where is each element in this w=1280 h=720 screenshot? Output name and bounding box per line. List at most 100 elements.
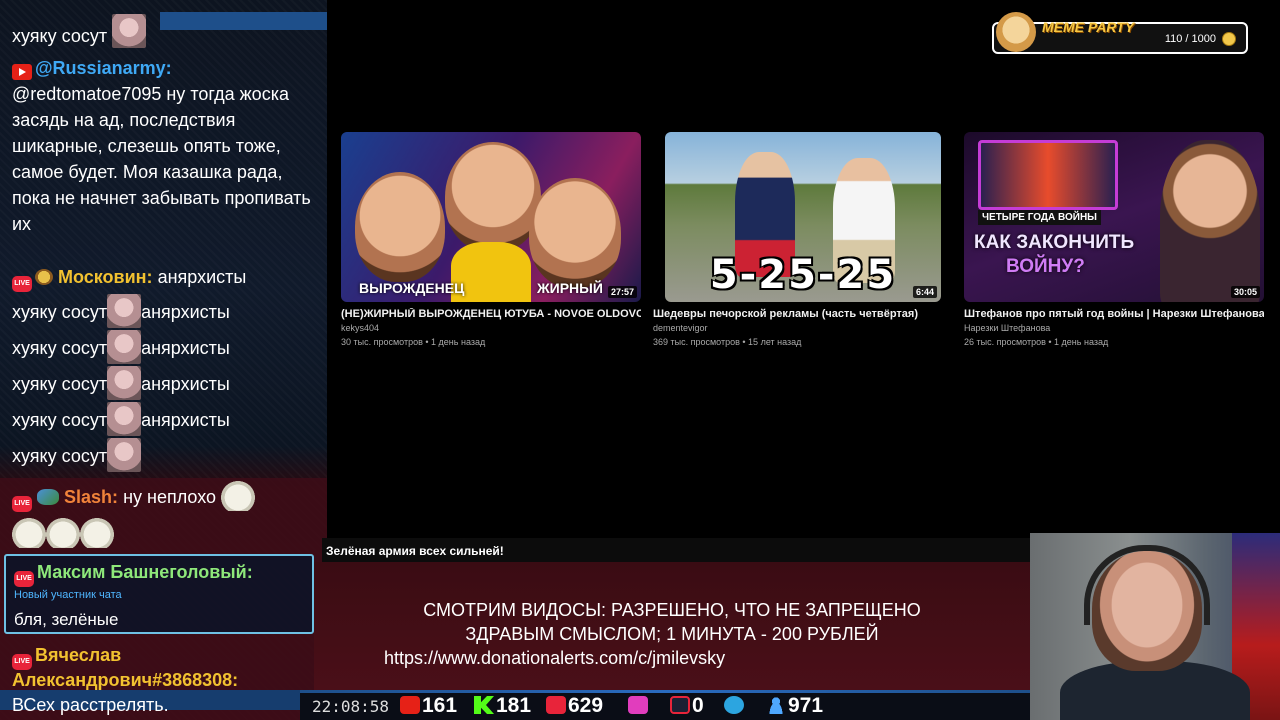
chat-message-text: хуяку сосут — [12, 338, 108, 358]
thumbnail-face — [355, 172, 445, 282]
chat-message: @Russianarmy: @redtomatoe7095 ну тогда ж… — [12, 55, 312, 237]
video-title[interactable]: (НЕ)ЖИРНЫЙ ВЫРОЖДЕНЕЦ ЮТУБА - NOVOE OLDO… — [341, 308, 641, 320]
thumbnail-caption: 5-25-25 — [709, 252, 897, 298]
clock: 22:08:58 — [312, 697, 390, 716]
chat-message-text: хуяку сосут — [12, 302, 108, 322]
globe-icon — [37, 489, 59, 505]
video-channel[interactable]: kekys404 — [341, 323, 641, 333]
video-title[interactable]: Шедевры печорской рекламы (часть четвёрт… — [653, 308, 941, 320]
thumbnail-caption: ВОЙНУ? — [1006, 256, 1085, 277]
video-card[interactable]: ВЫРОЖДЕНЕЦ ЖИРНЫЙ 27:57 (НЕ)ЖИРНЫЙ ВЫРОЖ… — [341, 132, 641, 347]
emote-icon — [112, 14, 147, 48]
webcam-feed — [1030, 533, 1280, 720]
banner-line-2: ЗДРАВЫМ СМЫСЛОМ; 1 МИНУТА - 200 РУБЛЕЙ — [465, 624, 879, 644]
thumbnail-caption: КАК ЗАКОНЧИТЬ — [974, 232, 1135, 253]
emote-icon — [107, 366, 142, 400]
chat-nickname[interactable]: LIVE Максим Башнеголовый: — [14, 562, 253, 587]
video-card[interactable]: ЧЕТЫРЕ ГОДА ВОЙНЫ КАК ЗАКОНЧИТЬ ВОЙНУ? 3… — [964, 132, 1264, 347]
youtube-viewer-count: 161 — [422, 694, 458, 717]
thumbnail-caption: ЖИРНЫЙ — [537, 280, 603, 296]
coin-icon — [1222, 32, 1236, 46]
chat-message-text: анярхисты — [141, 302, 230, 322]
youtube-icon — [400, 696, 420, 714]
chat-message: LIVE Slash: ну неплохо — [12, 481, 256, 512]
meme-party-widget: MEME PARTY 110 / 1000 — [992, 12, 1248, 54]
new-member-badge: Новый участник чата — [14, 589, 122, 601]
emote-icon — [107, 330, 142, 364]
meme-party-count: 110 / 1000 — [1164, 33, 1216, 45]
donation-link[interactable]: https://www.donationalerts.com/c/jmilevs… — [384, 648, 725, 669]
chat-line: хуяку сосут анярхисты — [12, 366, 230, 400]
video-title[interactable]: Штефанов про пятый год войны | Нарезки Ш… — [964, 308, 1264, 320]
chat-message-text: ну неплохо — [123, 487, 217, 507]
video-meta: 26 тыс. просмотров • 1 день назад — [964, 337, 1109, 347]
chat-message: LIVE Московин: анярхисты — [12, 264, 246, 292]
badge-icon — [35, 269, 53, 285]
chat-message-fragment: хуяку сосут — [12, 14, 147, 49]
video-meta: 30 тыс. просмотров • 1 день назад — [341, 337, 486, 347]
cat-emote-icon — [46, 518, 80, 548]
video-thumbnail[interactable]: ВЫРОЖДЕНЕЦ ЖИРНЫЙ 27:57 — [341, 132, 641, 302]
thumbnail-face — [529, 178, 621, 288]
kick-viewers: 181 — [474, 694, 531, 718]
video-channel[interactable]: Нарезки Штефанова — [964, 323, 1264, 333]
kick-viewer-count: 181 — [496, 694, 532, 717]
chat-message-text: анярхисты — [141, 374, 230, 394]
video-channel[interactable]: dementevigor — [653, 323, 941, 333]
chat-nickname[interactable]: Вячеслав — [35, 645, 121, 665]
chat-message-text: анярхисты — [141, 410, 230, 430]
chat-message-text: ВСех расстрелять. — [12, 695, 169, 715]
video-duration: 27:57 — [607, 286, 637, 298]
video-thumbnail[interactable]: ЧЕТЫРЕ ГОДА ВОЙНЫ КАК ЗАКОНЧИТЬ ВОЙНУ? 3… — [964, 132, 1264, 302]
chat-line: хуяку сосут анярхисты — [12, 294, 230, 328]
chat-message-text: хуяку сосут — [12, 26, 108, 46]
live-platform-icon: LIVE — [12, 276, 32, 292]
cat-emote-icon — [80, 518, 114, 548]
total-viewer-count: 971 — [788, 694, 824, 717]
chat-message-text: анярхисты — [141, 338, 230, 358]
chat-line: хуяку сосут анярхисты — [12, 402, 230, 436]
telegram-icon — [724, 696, 744, 714]
chat-message: LIVE Вячеслав — [12, 642, 121, 670]
video-duration: 30:05 — [1230, 286, 1260, 298]
viewer-stats-bar: 22:08:58 161 181 629 0 971 — [300, 690, 1030, 720]
chat-line: хуяку сосут анярхисты — [12, 330, 230, 364]
rutube-viewer-count: 0 — [692, 694, 704, 717]
video-duration: 6:44 — [912, 286, 937, 298]
chat-message-text: хуяку сосут — [12, 410, 108, 430]
chat-nickname[interactable]: Московин: — [58, 267, 153, 287]
thumbnail-caption: ВЫРОЖДЕНЕЦ — [359, 280, 465, 296]
user-icon — [766, 696, 786, 714]
headphones-icon — [1084, 545, 1210, 625]
chat-panel[interactable]: хуяку сосут @Russianarmy: @redtomatoe709… — [0, 0, 327, 720]
vkplay-viewers — [628, 694, 650, 718]
cat-emote-icon — [221, 481, 256, 511]
chat-line: хуяку сосут — [12, 438, 142, 472]
chat-line: ВСех расстрелять. — [12, 692, 169, 718]
chat-nickname[interactable]: Александрович#3868308: — [12, 670, 238, 690]
video-card[interactable]: 5-25-25 6:44 Шедевры печорской рекламы (… — [653, 132, 941, 347]
doge-icon — [996, 12, 1036, 52]
youtube-viewers: 161 — [400, 694, 457, 718]
chat-nickname[interactable]: Slash: — [64, 487, 118, 507]
chat-nickname[interactable]: @Russianarmy: — [35, 58, 172, 78]
rutube-viewers: 0 — [670, 694, 704, 718]
emote-icon — [107, 438, 142, 472]
rutube-icon — [670, 696, 690, 714]
vkplay-icon — [628, 696, 648, 714]
thumbnail-face — [445, 142, 541, 252]
live-platform-icon: LIVE — [14, 571, 34, 587]
chat-message-text: бля, зелёные — [14, 610, 119, 629]
ticker-text: Зелёная армия всех сильней! — [326, 544, 504, 558]
news-ticker: Зелёная армия всех сильней! — [322, 538, 1030, 562]
live-viewers: 629 — [546, 694, 603, 718]
video-meta: 369 тыс. просмотров • 15 лет назад — [653, 337, 802, 347]
donation-banner: СМОТРИМ ВИДОСЫ: РАЗРЕШЕНО, ЧТО НЕ ЗАПРЕЩ… — [314, 562, 1030, 690]
youtube-icon — [12, 64, 32, 80]
chat-line — [12, 518, 114, 548]
live-icon — [546, 696, 566, 714]
cat-emote-icon — [12, 518, 46, 548]
video-thumbnail[interactable]: 5-25-25 6:44 — [665, 132, 941, 302]
total-viewers: 971 — [766, 694, 823, 718]
live-platform-icon: LIVE — [12, 496, 32, 512]
